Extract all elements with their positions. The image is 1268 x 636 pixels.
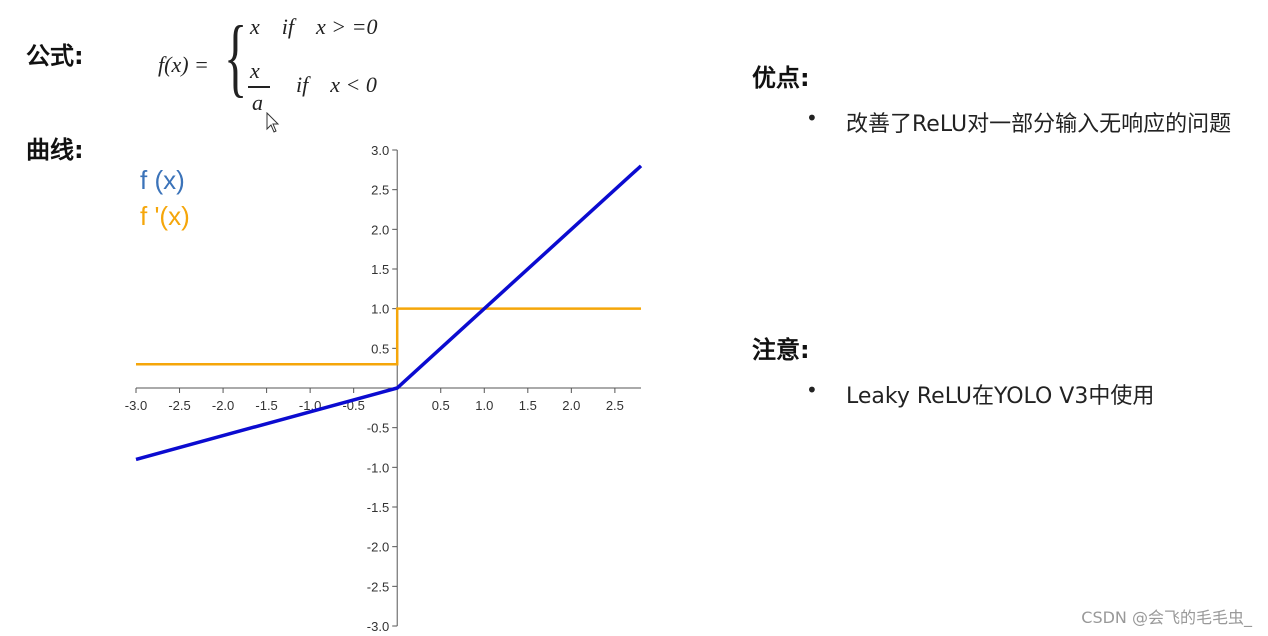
y-tick-label: 0.5 — [371, 341, 389, 356]
formula-lhs: f(x) = — [158, 52, 209, 77]
advantages-list: 改善了ReLU对一部分输入无响应的问题 — [806, 106, 1231, 138]
note-item: Leaky ReLU在YOLO V3中使用 — [806, 378, 1154, 410]
x-tick-label: -1.5 — [255, 398, 277, 413]
y-tick-label: -3.0 — [367, 619, 389, 634]
y-tick-label: 2.0 — [371, 222, 389, 237]
advantages-heading: 优点: — [752, 64, 810, 92]
x-tick-label: 2.5 — [606, 398, 624, 413]
formula-fraction-bar — [248, 86, 270, 88]
legend-fx-label: f (x) — [140, 165, 185, 195]
y-tick-label: -0.5 — [367, 421, 389, 436]
x-tick-label: 2.0 — [562, 398, 580, 413]
formula-brace: { — [224, 9, 248, 106]
y-tick-label: 1.0 — [371, 302, 389, 317]
notes-heading: 注意: — [752, 336, 810, 364]
y-tick-label: -2.5 — [367, 579, 389, 594]
y-tick-label: -1.0 — [367, 460, 389, 475]
x-tick-label: -2.0 — [212, 398, 234, 413]
leaky-relu-formula: f(x) = { x if x > =0 x a if x < 0 — [150, 10, 420, 122]
legend-dfx-label: f '(x) — [140, 201, 190, 231]
y-tick-label: -1.5 — [367, 500, 389, 515]
y-tick-label: 1.5 — [371, 262, 389, 277]
leaky-relu-chart: -3.0 -2.5 -2.0 -1.5 -1.0 -0.5 0.5 1.0 1.5 2.0 2.5 3… — [125, 143, 643, 634]
notes-list: Leaky ReLU在YOLO V3中使用 — [806, 378, 1154, 410]
y-tick-label: 3.0 — [371, 143, 389, 158]
advantage-item: 改善了ReLU对一部分输入无响应的问题 — [806, 106, 1231, 138]
x-tick-label: 0.5 — [432, 398, 450, 413]
x-tick-label: 1.0 — [475, 398, 493, 413]
formula-heading: 公式: — [26, 42, 84, 70]
formula-case-positive: x if x > =0 — [250, 14, 378, 39]
y-tick-label: 2.5 — [371, 183, 389, 198]
formula-case-negative-numerator: x — [250, 58, 260, 83]
y-tick-label: -2.0 — [367, 540, 389, 555]
formula-case-negative-condition: if x < 0 — [296, 72, 377, 97]
formula-case-negative-denominator: a — [252, 90, 263, 115]
x-tick-label: 1.5 — [519, 398, 537, 413]
x-tick-label: -3.0 — [125, 398, 147, 413]
watermark: CSDN @会飞的毛毛虫_ — [1081, 608, 1252, 627]
x-tick-label: -2.5 — [168, 398, 190, 413]
chart-legend: f (x) f '(x) — [140, 165, 190, 231]
mouse-cursor-icon — [266, 112, 280, 133]
